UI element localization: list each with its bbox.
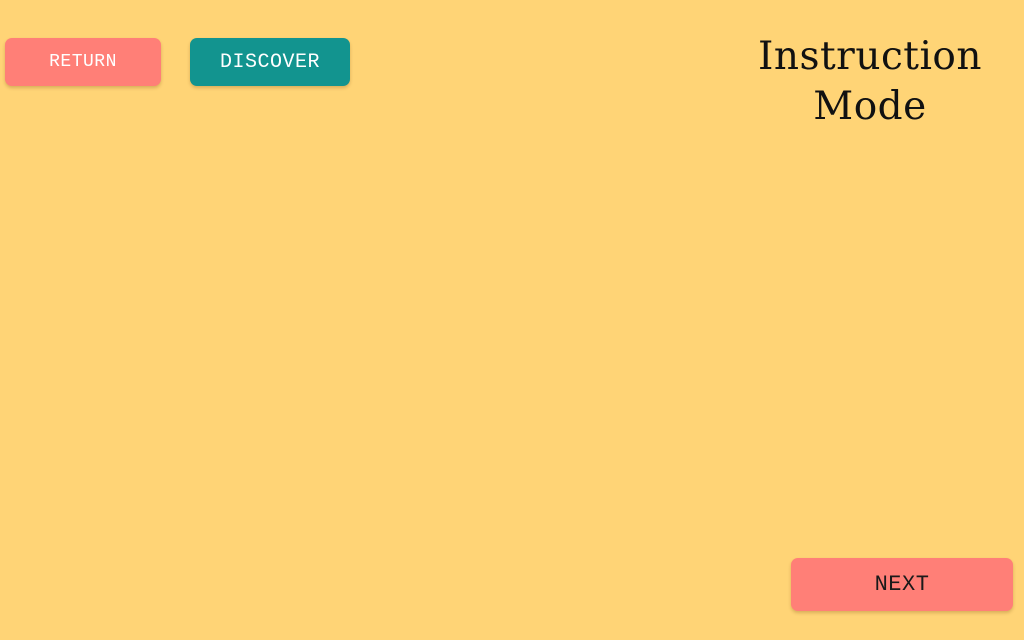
page-title-line-1: Instruction: [757, 34, 983, 79]
page-title: Instruction Mode: [730, 32, 1010, 132]
next-button[interactable]: NEXT: [791, 558, 1013, 611]
return-button[interactable]: RETURN: [5, 38, 161, 86]
page-title-line-2: Mode: [813, 84, 927, 129]
discover-button[interactable]: DISCOVER: [190, 38, 350, 86]
